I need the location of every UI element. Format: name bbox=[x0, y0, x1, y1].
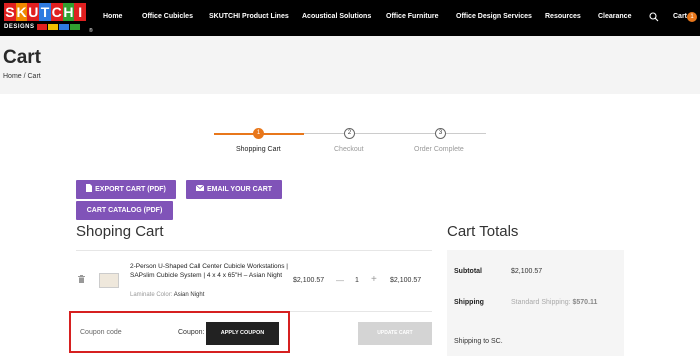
subtotal-value: $2,100.57 bbox=[511, 268, 543, 275]
shopping-cart-heading: Shoping Cart bbox=[76, 223, 164, 240]
nav-acoustical-solutions[interactable]: Acoustical Solutions bbox=[302, 0, 371, 36]
shipping-method: Standard Shipping: $570.11 bbox=[511, 299, 597, 306]
logo-designs-text: DESIGNS bbox=[4, 23, 35, 30]
coupon-label: Coupon: bbox=[178, 329, 205, 336]
nav-clearance[interactable]: Clearance bbox=[598, 0, 631, 36]
logo-wordmark: SKUTCHI bbox=[4, 3, 87, 21]
trash-icon[interactable] bbox=[78, 275, 85, 283]
shipping-value: $570.11 bbox=[572, 299, 598, 306]
cart-catalog-pdf-button[interactable]: CART CATALOG (PDF) bbox=[76, 201, 173, 220]
logo-color-block bbox=[36, 23, 47, 30]
quantity-increase-button[interactable]: + bbox=[371, 274, 377, 285]
product-name-link[interactable]: 2-Person U-Shaped Call Center Cubicle Wo… bbox=[130, 262, 290, 280]
logo-color-block bbox=[47, 23, 58, 30]
apply-coupon-button[interactable]: APPLY COUPON bbox=[206, 322, 279, 345]
shipping-method-text: Standard Shipping: bbox=[511, 299, 571, 306]
search-icon[interactable] bbox=[649, 12, 659, 22]
logo-letter: U bbox=[27, 3, 40, 21]
email-cart-button[interactable]: EMAIL YOUR CART bbox=[186, 180, 282, 199]
file-pdf-icon bbox=[86, 184, 93, 192]
cart-link[interactable]: Cart bbox=[673, 0, 687, 34]
logo-color-block bbox=[69, 23, 80, 30]
product-price: $2,100.57 bbox=[293, 277, 325, 284]
step-3-dot: 3 bbox=[435, 128, 446, 139]
shipping-label: Shipping bbox=[454, 299, 484, 306]
logo-letter: K bbox=[15, 3, 28, 21]
laminate-color-value: Asian Night bbox=[173, 292, 205, 298]
coupon-code-input[interactable]: Coupon code bbox=[80, 329, 122, 336]
product-subtotal: $2,100.57 bbox=[390, 277, 422, 284]
subtotal-label: Subtotal bbox=[454, 268, 482, 275]
cart-totals-heading: Cart Totals bbox=[447, 223, 519, 240]
page-title: Cart bbox=[3, 47, 42, 68]
nav-skutchi-product-lines[interactable]: SKUTCHI Product Lines bbox=[209, 0, 289, 36]
step-progress-line-pending bbox=[304, 133, 486, 134]
update-cart-button[interactable]: UPDATE CART bbox=[358, 322, 432, 345]
logo-letter: S bbox=[4, 3, 16, 21]
nav-office-furniture[interactable]: Office Furniture bbox=[386, 0, 439, 36]
shipping-destination: Shipping to SC. bbox=[454, 338, 503, 345]
step-order-complete-label: Order Complete bbox=[414, 146, 464, 153]
quantity-decrease-button[interactable]: — bbox=[336, 276, 344, 285]
logo-letter: I bbox=[74, 3, 87, 21]
logo-letter: C bbox=[50, 3, 63, 21]
nav-office-cubicles[interactable]: Office Cubicles bbox=[142, 0, 193, 36]
divider bbox=[76, 250, 432, 251]
laminate-color-label: Laminate Color: bbox=[130, 292, 173, 298]
step-2-dot: 2 bbox=[344, 128, 355, 139]
export-cart-pdf-button[interactable]: EXPORT CART (PDF) bbox=[76, 180, 176, 199]
logo-subline: DESIGNS bbox=[4, 22, 80, 31]
nav-home[interactable]: Home bbox=[103, 0, 122, 36]
registered-mark: ® bbox=[89, 28, 93, 34]
breadcrumb: Home / Cart bbox=[3, 73, 41, 80]
quantity-input[interactable]: 1 bbox=[355, 277, 359, 284]
step-1-dot: 1 bbox=[253, 128, 264, 139]
cart-count-badge: 1 bbox=[687, 12, 697, 22]
logo-color-block bbox=[58, 23, 69, 30]
step-shopping-cart-label: Shopping Cart bbox=[236, 146, 281, 153]
skutchi-logo[interactable]: SKUTCHI DESIGNS ® bbox=[4, 3, 93, 34]
product-thumbnail[interactable] bbox=[99, 273, 119, 288]
logo-letter: T bbox=[39, 3, 51, 21]
page-title-band bbox=[0, 36, 700, 94]
step-checkout-label: Checkout bbox=[334, 146, 364, 153]
logo-letter: H bbox=[62, 3, 75, 21]
envelope-icon bbox=[195, 184, 205, 191]
product-meta: Laminate Color: Asian Night bbox=[130, 292, 204, 298]
nav-resources[interactable]: Resources bbox=[545, 0, 581, 36]
nav-office-design-services[interactable]: Office Design Services bbox=[456, 0, 532, 36]
